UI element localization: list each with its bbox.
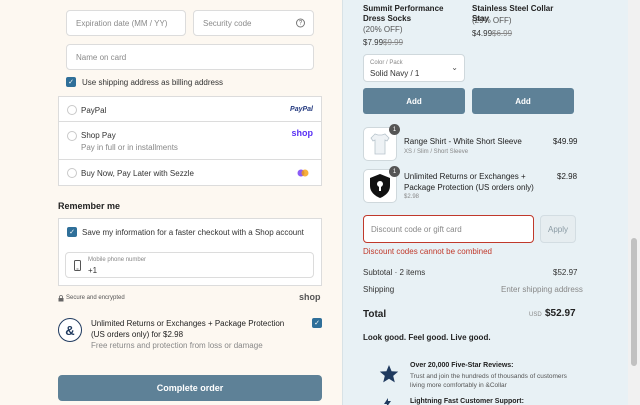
remember-heading: Remember me: [58, 201, 121, 211]
shirt-qty-badge: 1: [389, 124, 400, 135]
star-icon: [379, 365, 399, 383]
save-info-checkbox[interactable]: ✓: [67, 227, 77, 237]
shop-pay-radio[interactable]: [67, 131, 77, 141]
save-info-label: Save my information for a faster checkou…: [82, 228, 304, 237]
lightning-icon: [384, 398, 391, 405]
subtotal-label: Subtotal · 2 items: [363, 268, 426, 277]
order-summary: Summit Performance Dress Socks (20% OFF)…: [342, 0, 628, 405]
paypal-option[interactable]: PayPal PayPal: [58, 96, 322, 122]
shop-pay-option[interactable]: Shop Pay Pay in full or in installments …: [58, 122, 322, 160]
upsell-1-discount: (20% OFF): [363, 25, 403, 34]
sezzle-logo-icon: [297, 169, 309, 177]
protection-title: Unlimited Returns or Exchanges + Package…: [91, 319, 285, 339]
ampersand-logo-text: &: [65, 322, 75, 338]
phone-field[interactable]: Mobile phone number +1: [65, 252, 314, 278]
reviews-body: Trust and join the hundreds of thousands…: [410, 373, 567, 389]
discount-error: Discount codes cannot be combined: [363, 247, 492, 256]
shipping-label: Shipping: [363, 285, 395, 294]
total-value: $52.97: [545, 308, 576, 319]
scrollbar-thumb[interactable]: [631, 238, 637, 366]
protection-item-price: $2.98: [557, 172, 578, 181]
shop-pay-label: Shop Pay: [81, 131, 116, 140]
complete-order-button[interactable]: Complete order: [58, 375, 322, 401]
sezzle-label: Buy Now, Pay Later with Sezzle: [81, 169, 194, 178]
add-collar-stay-button[interactable]: Add: [472, 88, 574, 114]
reviews-title: Over 20,000 Five-Star Reviews:: [410, 362, 514, 369]
chevron-down-icon: ⌄: [451, 63, 458, 72]
shop-pay-logo-icon: shop: [291, 128, 314, 138]
discount-placeholder: Discount code or gift card: [371, 225, 462, 234]
protection-subtitle: Free returns and protection from loss or…: [91, 341, 263, 350]
total-label: Total: [363, 309, 387, 320]
phone-icon: [74, 260, 81, 271]
shirt-icon: [370, 133, 390, 155]
sezzle-radio[interactable]: [67, 168, 77, 178]
upsell-2-price: $4.99: [472, 29, 493, 38]
security-placeholder: Security code: [203, 18, 252, 28]
remember-box: ✓ Save my information for a faster check…: [58, 218, 322, 286]
billing-same-label: Use shipping address as billing address: [82, 78, 223, 87]
variant-label: Color / Pack: [370, 60, 403, 66]
upsell-1-price: $7.99: [363, 38, 384, 47]
billing-same-checkbox[interactable]: ✓: [66, 77, 76, 87]
help-icon[interactable]: ?: [296, 18, 305, 28]
add-socks-button[interactable]: Add: [363, 88, 465, 114]
security-code-field[interactable]: Security code ?: [193, 10, 314, 36]
protection-checkbox[interactable]: ✓: [312, 318, 322, 328]
upsell-2-discount: (29% OFF): [472, 16, 512, 25]
shirt-title: Range Shirt - White Short Sleeve: [404, 137, 522, 146]
shirt-variant: XS / Slim / Short Sleeve: [404, 149, 469, 155]
currency-label: USD: [529, 312, 542, 318]
name-placeholder: Name on card: [76, 52, 127, 62]
paypal-radio[interactable]: [67, 105, 77, 115]
subtotal-value: $52.97: [553, 268, 578, 277]
upsell-1-old-price: $9.99: [383, 38, 404, 47]
scrollbar[interactable]: [628, 0, 640, 405]
shield-icon: [370, 174, 390, 198]
checkout-form: Expiration date (MM / YY) Security code …: [0, 0, 342, 405]
upsell-1-title: Summit Performance Dress Socks: [363, 4, 444, 23]
phone-value: +1: [88, 266, 98, 275]
discount-input[interactable]: Discount code or gift card: [363, 215, 534, 243]
upsell-2-old-price: $6.99: [492, 29, 513, 38]
support-title: Lightning Fast Customer Support:: [410, 398, 524, 405]
apply-button[interactable]: Apply: [540, 215, 576, 243]
expiration-field[interactable]: Expiration date (MM / YY): [66, 10, 186, 36]
protection-item-title: Unlimited Returns or Exchanges + Package…: [404, 172, 534, 192]
ampersand-logo-icon: &: [58, 318, 82, 342]
tagline: Look good. Feel good. Live good.: [363, 333, 491, 342]
paypal-label: PayPal: [81, 106, 107, 115]
protection-item-variant: $2.98: [404, 194, 420, 200]
shirt-price: $49.99: [553, 137, 578, 146]
shop-logo-icon: shop: [299, 292, 321, 302]
expiration-placeholder: Expiration date (MM / YY): [76, 18, 168, 28]
sezzle-option[interactable]: Buy Now, Pay Later with Sezzle: [58, 160, 322, 186]
paypal-logo-icon: PayPal: [290, 106, 313, 113]
variant-select[interactable]: Color / Pack Solid Navy / 1 ⌄: [363, 54, 465, 82]
variant-value: Solid Navy / 1: [370, 69, 420, 78]
lock-icon: [58, 295, 64, 302]
secure-label: Secure and encrypted: [66, 295, 125, 301]
phone-label: Mobile phone number: [88, 257, 147, 263]
shop-pay-sublabel: Pay in full or in installments: [81, 143, 178, 152]
protection-qty-badge: 1: [389, 166, 400, 177]
name-on-card-field[interactable]: Name on card: [66, 44, 314, 70]
shipping-value: Enter shipping address: [501, 285, 583, 294]
